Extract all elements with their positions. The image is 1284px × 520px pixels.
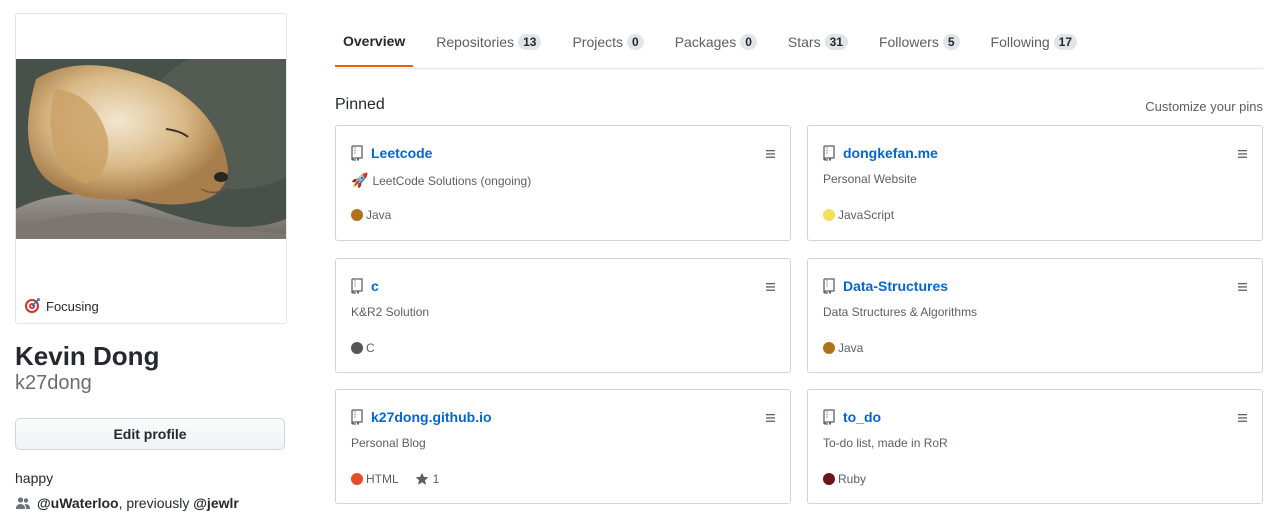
repo-description-text: LeetCode Solutions (ongoing) [372,173,532,188]
org-separator-text: , previously [118,495,194,511]
tab-label: Following [990,33,1050,50]
repo-icon [351,409,363,425]
avatar-photo-dog [16,59,286,239]
profile-username: k27dong [15,372,92,394]
user-status[interactable]: Focusing [24,297,99,315]
avatar [16,59,286,239]
tab-repositories[interactable]: Repositories 13 [428,16,549,67]
grabber-icon[interactable] [1238,411,1248,423]
repo-language: Java [838,341,864,355]
profile-tabs: Overview Repositories 13 Projects 0 Pack… [335,16,1263,69]
pinned-repo-card: c K&R2 Solution C [335,258,791,373]
repo-description: K&R2 Solution [351,305,429,319]
tab-count: 0 [740,33,757,50]
tab-overview[interactable]: Overview [335,16,414,67]
edit-profile-button[interactable]: Edit profile [15,418,285,450]
tab-count: 31 [824,33,848,50]
repo-meta: Java [823,341,863,355]
repo-language: JavaScript [838,208,895,222]
language-color-dot [351,209,363,221]
org-link-uwaterloo[interactable]: @uWaterloo [37,495,119,511]
tab-following[interactable]: Following 17 [983,16,1086,67]
repo-name-link[interactable]: to_do [843,409,881,425]
pinned-repo-card: k27dong.github.io Personal Blog HTML 1 [335,389,791,504]
repo-name-link[interactable]: Leetcode [371,145,432,161]
repo-description-text: K&R2 Solution [351,305,430,319]
grabber-icon[interactable] [766,147,776,159]
people-icon [15,495,31,511]
repo-description: 🚀 LeetCode Solutions (ongoing) [351,172,531,189]
tab-packages[interactable]: Packages 0 [667,16,765,67]
repo-icon [823,409,835,425]
tab-label: Stars [787,33,821,50]
pinned-heading: Pinned [335,96,385,113]
customize-pins-link[interactable]: Customize your pins [1145,99,1263,114]
tab-label: Repositories [436,33,515,50]
grabber-icon[interactable] [766,411,776,423]
repo-name-link[interactable]: dongkefan.me [843,145,938,161]
repo-name-link[interactable]: Data-Structures [843,278,948,294]
repo-description-text: Data Structures & Algorithms [823,305,978,319]
avatar-container[interactable]: Focusing [15,13,287,324]
profile-organizations: @uWaterloo , previously @jewlr [15,495,239,511]
repo-name-link[interactable]: c [371,278,379,294]
repo-language: HTML [366,472,399,486]
language-color-dot [823,342,835,354]
repo-language: Ruby [838,472,867,486]
tab-label: Followers [878,33,939,50]
repo-description: To-do list, made in RoR [823,436,948,450]
tab-label: Overview [343,32,406,49]
star-icon [415,472,428,485]
grabber-icon[interactable] [1238,147,1248,159]
language-color-dot [351,473,363,485]
language-color-dot [351,342,363,354]
repo-description-text: Personal Website [823,172,917,186]
profile-bio: happy [15,470,54,486]
repo-icon [351,278,363,294]
grabber-icon[interactable] [766,280,776,292]
language-color-dot [823,473,835,485]
pinned-repo-card: dongkefan.me Personal Website JavaScript [807,125,1263,241]
tab-label: Packages [674,33,737,50]
repo-description-text: To-do list, made in RoR [823,436,948,450]
tab-label: Projects [572,33,624,50]
repo-name-link[interactable]: k27dong.github.io [371,409,492,425]
repo-icon [351,145,363,161]
repo-description: Data Structures & Algorithms [823,305,977,319]
repo-icon [823,145,835,161]
repo-language: C [366,341,375,355]
repo-language: Java [366,208,392,222]
repo-meta: Java [351,208,391,222]
repo-description: Personal Blog [351,436,426,450]
target-icon [24,298,40,314]
pinned-repo-card: Data-Structures Data Structures & Algori… [807,258,1263,373]
org-link-jewlr[interactable]: @jewlr [193,495,239,511]
tab-stars[interactable]: Stars 31 [780,16,856,67]
repo-meta: Ruby [823,472,866,486]
pinned-repo-card: to_do To-do list, made in RoR Ruby [807,389,1263,504]
grabber-icon[interactable] [1238,280,1248,292]
repo-meta: JavaScript [823,208,894,222]
tab-count: 13 [518,33,542,50]
repo-meta: C [351,341,375,355]
tab-count: 17 [1053,33,1078,50]
tab-followers[interactable]: Followers 5 [871,16,968,67]
repo-description: Personal Website [823,172,917,186]
pinned-repo-card: Leetcode 🚀 LeetCode Solutions (ongoing) … [335,125,791,241]
language-color-dot [823,209,835,221]
repo-stars-link[interactable]: 1 [415,472,440,486]
tab-count: 0 [627,33,644,50]
tab-count: 5 [942,33,960,50]
rocket-emoji-icon: 🚀 [351,172,369,188]
repo-stars-count: 1 [432,472,440,486]
status-text: Focusing [46,298,99,314]
repo-description-text: Personal Blog [351,436,426,450]
repo-meta: HTML 1 [351,472,439,486]
tab-projects[interactable]: Projects 0 [564,16,651,67]
repo-icon [823,278,835,294]
profile-full-name: Kevin Dong [15,341,160,371]
